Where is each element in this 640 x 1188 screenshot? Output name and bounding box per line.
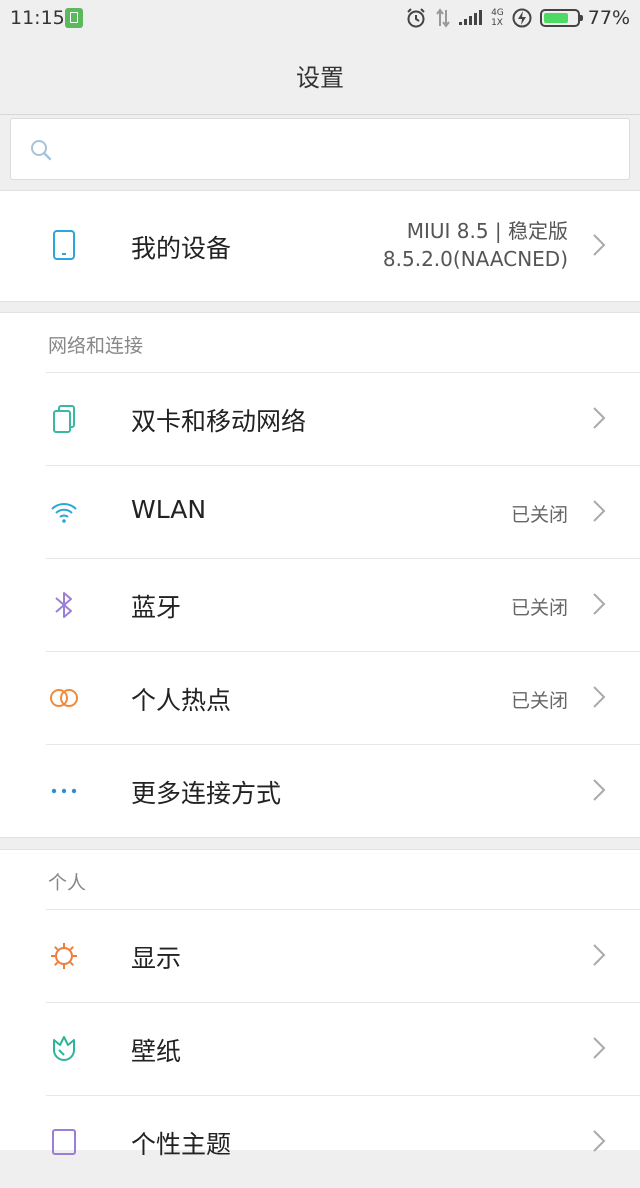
- wifi-icon: [46, 497, 82, 527]
- chevron-right-icon: [592, 1036, 606, 1064]
- divider: [46, 1095, 640, 1096]
- chevron-right-icon: [592, 233, 606, 261]
- divider: [46, 1002, 640, 1003]
- divider: [46, 744, 640, 745]
- divider: [46, 372, 640, 373]
- dual-sim-icon: [46, 404, 82, 434]
- settings-item-label: 个人热点: [131, 686, 232, 715]
- settings-item-status: 已关闭: [510, 597, 568, 619]
- settings-item-label: 壁纸: [131, 1037, 182, 1066]
- chevron-right-icon: [592, 685, 606, 713]
- chevron-right-icon: [592, 1129, 606, 1157]
- settings-item-wlan[interactable]: WLAN 已关闭: [0, 465, 640, 558]
- network-type: 4G 1X: [491, 8, 504, 28]
- phone-icon: [52, 229, 76, 265]
- chevron-right-icon: [592, 778, 606, 806]
- chevron-right-icon: [592, 499, 606, 527]
- settings-item-label: WLAN: [131, 495, 207, 524]
- settings-item-display[interactable]: 显示: [0, 909, 640, 1002]
- search-box[interactable]: [10, 118, 630, 180]
- divider: [46, 558, 640, 559]
- search-input[interactable]: [67, 133, 611, 167]
- settings-item-bluetooth[interactable]: 蓝牙 已关闭: [0, 558, 640, 651]
- my-device-row[interactable]: 我的设备 MIUI 8.5 | 稳定版 8.5.2.0(NAACNED): [0, 190, 640, 302]
- section-title-personal: 个人: [48, 872, 87, 894]
- settings-item-wallpaper[interactable]: 壁纸: [0, 1002, 640, 1095]
- chevron-right-icon: [592, 406, 606, 434]
- network-type-top: 4G: [491, 8, 504, 18]
- settings-item-hotspot[interactable]: 个人热点 已关闭: [0, 651, 640, 744]
- battery-icon: [539, 9, 583, 27]
- alarm-icon: [405, 7, 427, 29]
- network-type-bottom: 1X: [491, 18, 503, 28]
- chevron-right-icon: [592, 943, 606, 971]
- settings-item-more-connections[interactable]: 更多连接方式: [0, 744, 640, 837]
- personal-section: 个人 显示 壁纸 个性主题: [0, 849, 640, 1159]
- data-transfer-icon: [435, 8, 451, 28]
- settings-item-label: 个性主题: [131, 1130, 232, 1159]
- status-bar: 11:15 4G 1X 77%: [0, 0, 640, 36]
- settings-item-label: 更多连接方式: [131, 779, 282, 808]
- section-title-network: 网络和连接: [48, 335, 144, 357]
- chevron-right-icon: [592, 592, 606, 620]
- divider: [46, 909, 640, 910]
- settings-item-status: 已关闭: [510, 690, 568, 712]
- device-version: MIUI 8.5 | 稳定版 8.5.2.0(NAACNED): [383, 217, 568, 273]
- more-dots-icon: [46, 776, 82, 806]
- settings-item-label: 显示: [131, 944, 182, 973]
- settings-item-status: 已关闭: [510, 504, 568, 526]
- search-icon: [29, 138, 53, 166]
- battery-percent: 77%: [587, 7, 630, 29]
- divider: [46, 651, 640, 652]
- device-version-line2: 8.5.2.0(NAACNED): [382, 247, 568, 271]
- charging-icon: [512, 8, 532, 28]
- tulip-icon: [46, 1034, 82, 1064]
- divider: [46, 465, 640, 466]
- sun-icon: [46, 941, 82, 971]
- page-title: 设置: [296, 64, 344, 92]
- signal-icon: [459, 9, 483, 27]
- status-icons: 4G 1X 77%: [405, 6, 630, 30]
- title-bar: 设置: [0, 36, 640, 115]
- theme-icon: [46, 1127, 82, 1157]
- battery-saver-icon: [65, 8, 83, 28]
- bluetooth-icon: [46, 590, 82, 620]
- my-device-label: 我的设备: [131, 234, 232, 263]
- settings-item-label: 双卡和移动网络: [131, 407, 307, 436]
- network-section: 网络和连接 双卡和移动网络 WLAN 已关闭 蓝牙 已关闭 个人热点 已关闭 更…: [0, 312, 640, 838]
- settings-item-theme[interactable]: 个性主题: [0, 1095, 640, 1188]
- status-time: 11:15: [10, 7, 65, 29]
- hotspot-icon: [46, 683, 82, 713]
- settings-item-dual-sim[interactable]: 双卡和移动网络: [0, 372, 640, 465]
- device-version-line1: MIUI 8.5 | 稳定版: [406, 219, 568, 243]
- settings-item-label: 蓝牙: [131, 593, 182, 622]
